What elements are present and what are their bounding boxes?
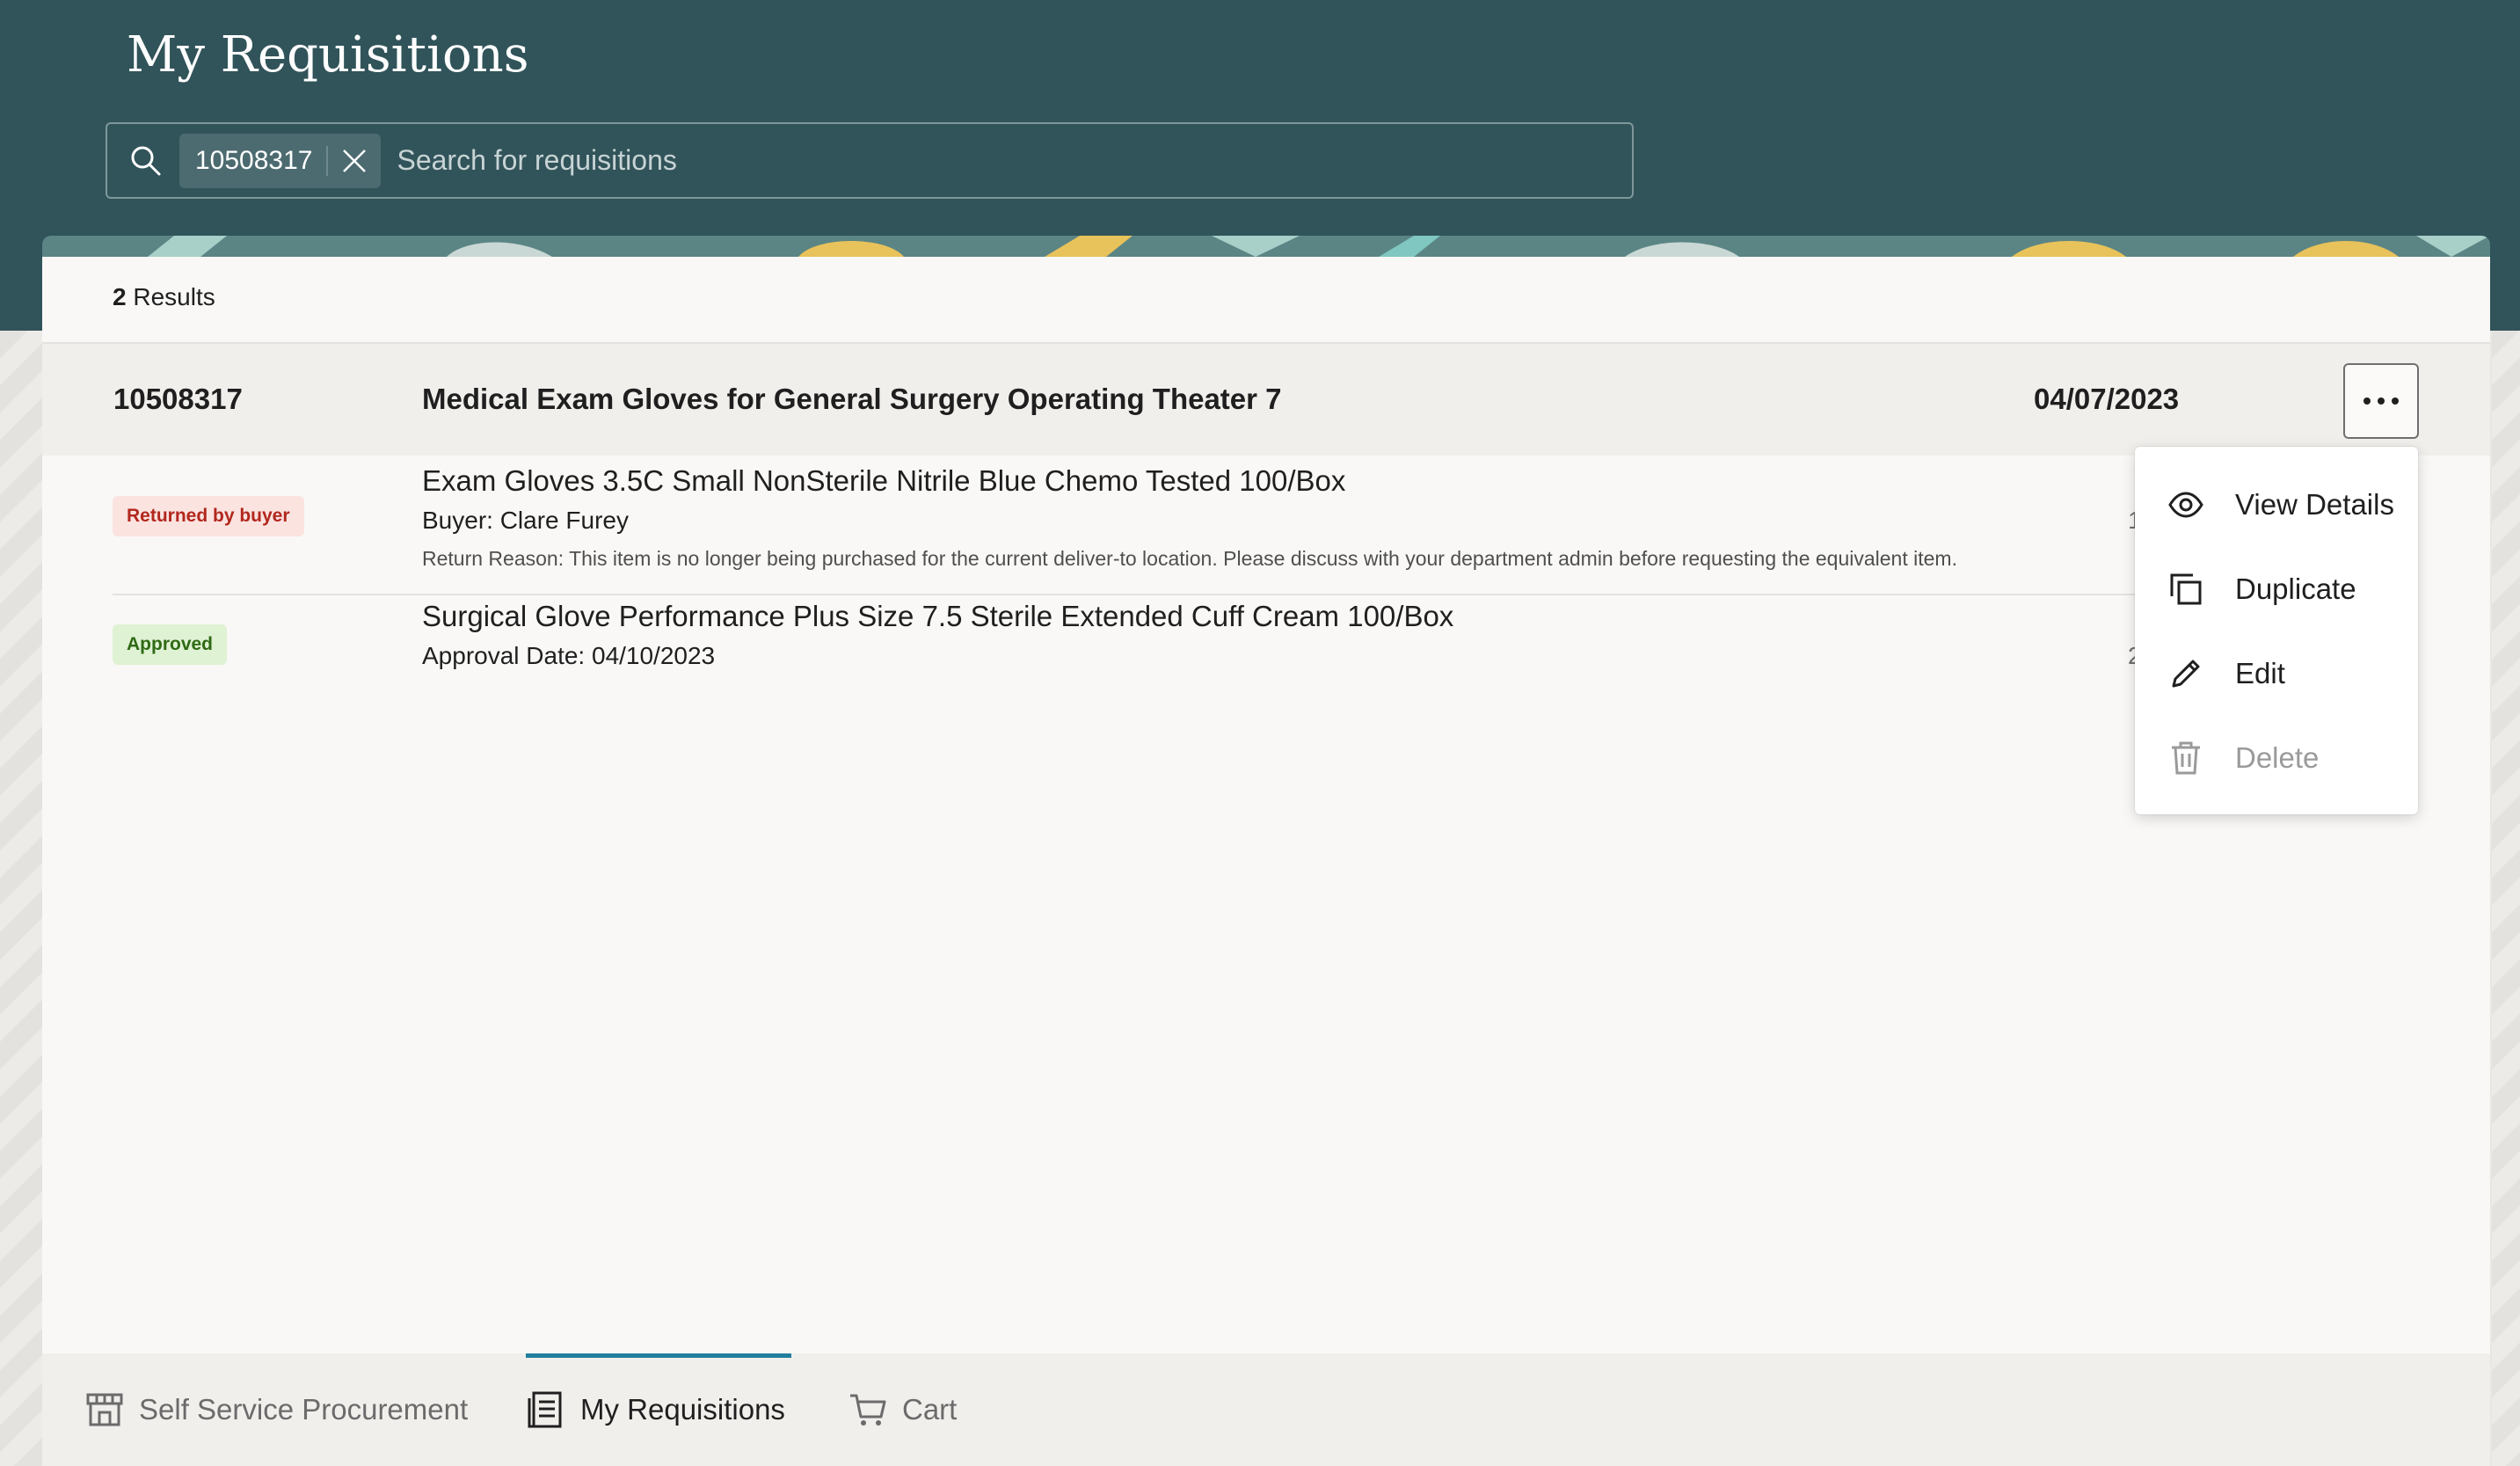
menu-item-edit[interactable]: Edit: [2135, 631, 2418, 716]
requisition-line[interactable]: Approved Surgical Glove Performance Plus…: [42, 596, 2490, 702]
trash-icon: [2172, 741, 2200, 775]
eye-icon: [2168, 492, 2203, 518]
search-input[interactable]: [395, 133, 1632, 188]
actions-menu: View Details Duplicate Edit Delete: [2135, 447, 2418, 814]
background-pattern-right: [2492, 331, 2520, 1466]
page-title: My Requisitions: [127, 26, 529, 84]
line-description[interactable]: Exam Gloves 3.5C Small NonSterile Nitril…: [422, 464, 1345, 498]
tab-label: My Requisitions: [580, 1393, 785, 1426]
search-chip-label: 10508317: [195, 145, 313, 175]
line-buyer: Buyer: Clare Furey: [422, 507, 629, 534]
tab-cart[interactable]: Cart: [848, 1353, 957, 1466]
search-filter-chip: 10508317: [179, 133, 382, 188]
requisition-date: 04/07/2023: [2034, 383, 2180, 415]
line-return-reason: Return Reason: This item is no longer be…: [422, 547, 1957, 570]
menu-label: Duplicate: [2235, 573, 2356, 605]
search-icon: [131, 146, 161, 175]
search-bar[interactable]: 10508317: [106, 122, 1634, 199]
menu-label: Delete: [2235, 741, 2320, 774]
menu-item-view-details[interactable]: View Details: [2135, 463, 2418, 547]
requisition-line[interactable]: Returned by buyer Exam Gloves 3.5C Small…: [42, 456, 2490, 587]
close-icon[interactable]: [340, 147, 368, 175]
decorative-banner: [42, 236, 2490, 257]
requisition-list-icon: [528, 1391, 562, 1428]
menu-item-delete[interactable]: Delete: [2135, 716, 2418, 800]
tab-self-service-procurement[interactable]: Self Service Procurement: [84, 1353, 468, 1466]
line-divider: [113, 594, 2188, 595]
status-badge-approved: Approved: [113, 624, 228, 665]
requisition-number[interactable]: 10508317: [113, 383, 243, 416]
ellipsis-icon: [2363, 397, 2399, 405]
cart-icon: [850, 1394, 886, 1426]
requisition-title[interactable]: Medical Exam Gloves for General Surgery …: [422, 383, 1282, 416]
bottom-navigation: Self Service Procurement My Requisitions…: [42, 1353, 2490, 1466]
pencil-icon: [2172, 660, 2200, 688]
requisition-header-row[interactable]: 10508317 Medical Exam Gloves for General…: [42, 344, 2490, 456]
duplicate-icon: [2170, 573, 2202, 605]
background-pattern-left: [0, 331, 42, 1466]
results-count: 2 Results: [113, 283, 215, 311]
status-badge-returned: Returned by buyer: [113, 496, 304, 536]
line-approval-date: Approval Date: 04/10/2023: [422, 642, 716, 669]
menu-item-duplicate[interactable]: Duplicate: [2135, 547, 2418, 631]
tab-label: Self Service Procurement: [139, 1393, 469, 1426]
chip-divider: [326, 145, 329, 176]
results-card: 2 Results 10508317 Medical Exam Gloves f…: [42, 257, 2490, 1353]
tab-my-requisitions[interactable]: My Requisitions: [526, 1353, 785, 1466]
results-label: Results: [133, 283, 215, 310]
results-number: 2: [113, 283, 127, 310]
tab-label: Cart: [902, 1393, 958, 1426]
more-actions-button[interactable]: [2343, 363, 2419, 439]
line-description[interactable]: Surgical Glove Performance Plus Size 7.5…: [422, 600, 1453, 633]
menu-label: View Details: [2235, 488, 2394, 521]
store-icon: [86, 1393, 123, 1426]
menu-label: Edit: [2235, 657, 2285, 689]
